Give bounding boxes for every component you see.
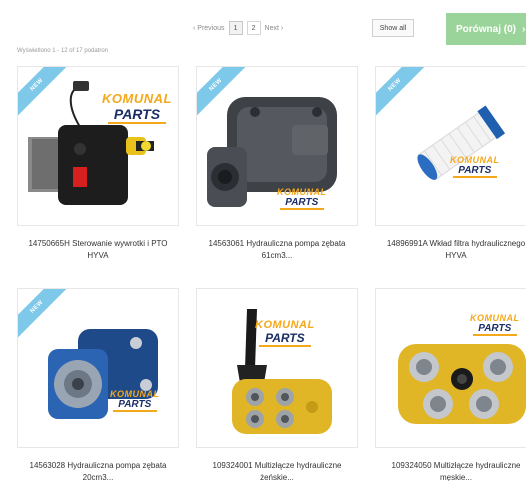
logo-line1: KOMUNAL (255, 319, 315, 331)
product-card[interactable]: KOMUNAL PARTS NEW 14896991A Wkład filtra… (375, 66, 526, 262)
product-image[interactable]: KOMUNAL PARTS (196, 288, 358, 448)
next-page-link[interactable]: Next › (265, 25, 284, 32)
compare-button[interactable]: Porównaj (0) › (446, 13, 526, 45)
product-card[interactable]: KOMUNAL PARTS 109324001 Multizłącze hydr… (196, 288, 358, 481)
product-name[interactable]: 14896991A Wkład filtra hydraulicznego HY… (375, 238, 526, 262)
komunal-parts-logo: KOMUNAL PARTS (102, 91, 172, 124)
logo-line1: KOMUNAL (277, 187, 327, 197)
product-image[interactable]: KOMUNAL PARTS NEW (375, 66, 526, 226)
logo-line2: PARTS (265, 331, 305, 345)
pagination: ‹ Previous 1 2 Next › (193, 20, 283, 36)
logo-line1: KOMUNAL (110, 389, 160, 399)
logo-line2: PARTS (478, 323, 512, 334)
logo-line1: KOMUNAL (470, 313, 520, 323)
product-name[interactable]: 14750665H Sterowanie wywrotki i PTO HYVA (17, 238, 179, 262)
komunal-parts-logo: KOMUNAL PARTS (255, 319, 315, 347)
product-card[interactable]: KOMUNAL PARTS NEW 14750665H Sterowanie w… (17, 66, 179, 262)
results-count: Wyświetlono 1 - 12 of 17 podatron (17, 48, 108, 54)
page-2-link[interactable]: 2 (246, 21, 261, 35)
product-name[interactable]: 14563061 Hydrauliczna pompa zębata 61cm3… (196, 238, 358, 262)
multicoupler-image (232, 309, 332, 434)
komunal-parts-logo: KOMUNAL PARTS (470, 313, 520, 336)
product-card[interactable]: KOMUNAL PARTS NEW 14563061 Hydrauliczna … (196, 66, 358, 262)
logo-line2: PARTS (113, 106, 161, 122)
komunal-parts-logo: KOMUNAL PARTS (277, 187, 327, 210)
product-name[interactable]: 109324050 Multizłącze hydrauliczne męski… (375, 460, 526, 481)
product-image[interactable]: KOMUNAL PARTS NEW (17, 66, 179, 226)
chevron-right-icon: › (522, 23, 526, 35)
product-card[interactable]: KOMUNAL PARTS NEW 14563028 Hydrauliczna … (17, 288, 179, 481)
product-image[interactable]: KOMUNAL PARTS NEW (17, 288, 179, 448)
product-name[interactable]: 109324001 Multizłącze hydrauliczne żeńsk… (196, 460, 358, 481)
komunal-parts-logo: KOMUNAL PARTS (110, 389, 160, 412)
page-1-link[interactable]: 1 (228, 21, 243, 35)
toolbar: ‹ Previous 1 2 Next › Show all Porównaj … (0, 0, 526, 45)
komunal-parts-logo: KOMUNAL PARTS (450, 155, 500, 178)
logo-line1: KOMUNAL (450, 155, 500, 165)
show-all-button[interactable]: Show all (372, 19, 414, 37)
logo-line2: PARTS (458, 165, 492, 176)
logo-line2: PARTS (285, 197, 319, 208)
product-name[interactable]: 14563028 Hydrauliczna pompa zębata 20cm3… (17, 460, 179, 481)
previous-page-link[interactable]: ‹ Previous (193, 25, 225, 32)
product-card[interactable]: KOMUNAL PARTS 109324050 Multizłącze hydr… (375, 288, 526, 481)
compare-label: Porównaj (0) (456, 23, 517, 35)
logo-line2: PARTS (118, 399, 152, 410)
product-image[interactable]: KOMUNAL PARTS NEW (196, 66, 358, 226)
logo-line1: KOMUNAL (102, 91, 172, 106)
product-image[interactable]: KOMUNAL PARTS (375, 288, 526, 448)
